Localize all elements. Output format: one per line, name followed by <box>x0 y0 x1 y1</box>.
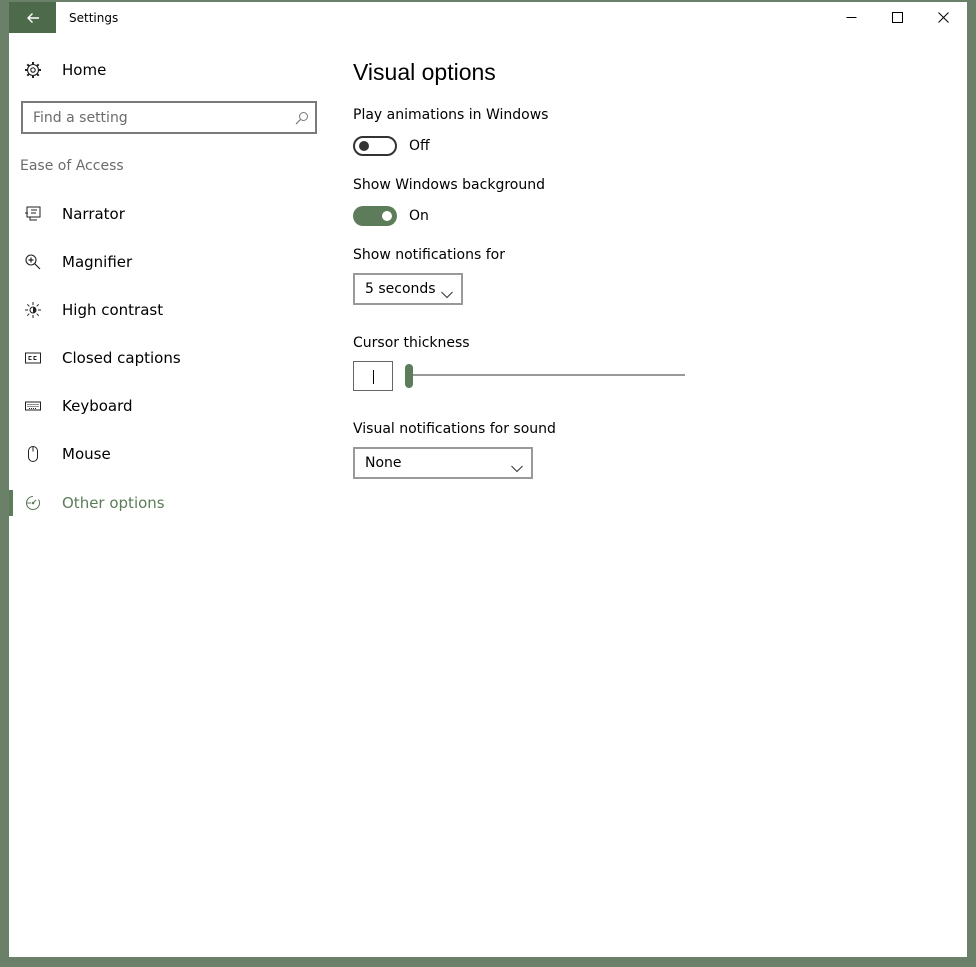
minimize-button[interactable] <box>828 2 874 33</box>
play-animations-label: Play animations in Windows <box>353 107 549 123</box>
close-icon <box>937 12 949 23</box>
sidebar-item-label: High contrast <box>62 301 164 319</box>
visual-sound-value: None <box>365 455 402 471</box>
sidebar-item-magnifier[interactable]: Magnifier <box>23 250 132 274</box>
page-title: Visual options <box>353 59 496 85</box>
sidebar-item-label: Mouse <box>62 445 111 463</box>
cursor-thickness-preview <box>353 361 393 391</box>
close-button[interactable] <box>920 2 966 33</box>
play-animations-toggle-row: Off <box>353 136 430 156</box>
sidebar-item-keyboard[interactable]: Keyboard <box>23 394 133 418</box>
sidebar-item-label: Closed captions <box>62 349 181 367</box>
closed-captions-icon <box>23 348 43 368</box>
play-animations-toggle[interactable] <box>353 136 397 156</box>
show-background-state: On <box>409 208 429 224</box>
back-arrow-icon <box>26 12 39 23</box>
high-contrast-icon <box>23 300 43 320</box>
sidebar-item-closed-captions[interactable]: Closed captions <box>23 346 181 370</box>
sidebar-item-other-options[interactable]: Other options <box>23 491 165 515</box>
nav-home-label: Home <box>62 61 107 79</box>
sidebar-item-high-contrast[interactable]: High contrast <box>23 298 163 322</box>
search-box[interactable] <box>21 101 317 134</box>
section-title: Ease of Access <box>20 158 124 174</box>
maximize-button[interactable] <box>874 2 920 33</box>
other-options-icon <box>23 493 43 513</box>
sidebar-item-mouse[interactable]: Mouse <box>23 442 111 466</box>
cursor-thickness-slider-thumb[interactable] <box>405 364 413 388</box>
notifications-value: 5 seconds <box>365 281 436 297</box>
search-icon[interactable] <box>295 110 309 129</box>
keyboard-icon <box>23 396 43 416</box>
sidebar-item-label: Other options <box>62 494 165 512</box>
toggle-knob <box>359 141 369 151</box>
sidebar-item-narrator[interactable]: Narrator <box>23 202 125 226</box>
notifications-label: Show notifications for <box>353 247 505 263</box>
play-animations-state: Off <box>409 138 430 154</box>
show-background-label: Show Windows background <box>353 177 545 193</box>
search-input[interactable] <box>23 109 283 126</box>
title-bar: Settings <box>9 2 967 33</box>
settings-window: Settings Home Find a setting Ease of Acc… <box>9 2 967 957</box>
magnifier-icon <box>23 252 43 272</box>
active-indicator <box>9 490 13 516</box>
narrator-icon <box>23 204 43 224</box>
minimize-icon <box>846 17 856 18</box>
notifications-dropdown[interactable]: 5 seconds <box>353 273 463 305</box>
sidebar-item-label: Keyboard <box>62 397 133 415</box>
window-title: Settings <box>69 11 119 25</box>
visual-sound-dropdown[interactable]: None <box>353 447 533 479</box>
show-background-toggle[interactable] <box>353 206 397 226</box>
toggle-knob <box>382 211 392 221</box>
nav-home[interactable]: Home <box>23 58 106 82</box>
sidebar-item-label: Magnifier <box>62 253 133 271</box>
sidebar-item-label: Narrator <box>62 205 125 223</box>
chevron-down-icon <box>441 284 453 303</box>
mouse-icon <box>23 444 43 464</box>
gear-icon <box>23 60 43 80</box>
show-background-toggle-row: On <box>353 206 429 226</box>
cursor-thickness-slider-track[interactable] <box>405 374 685 376</box>
maximize-icon <box>891 12 903 23</box>
visual-sound-label: Visual notifications for sound <box>353 421 556 437</box>
cursor-thickness-label: Cursor thickness <box>353 335 470 351</box>
chevron-down-icon <box>511 458 523 477</box>
back-button[interactable] <box>9 2 56 33</box>
text-cursor-icon <box>373 370 374 384</box>
